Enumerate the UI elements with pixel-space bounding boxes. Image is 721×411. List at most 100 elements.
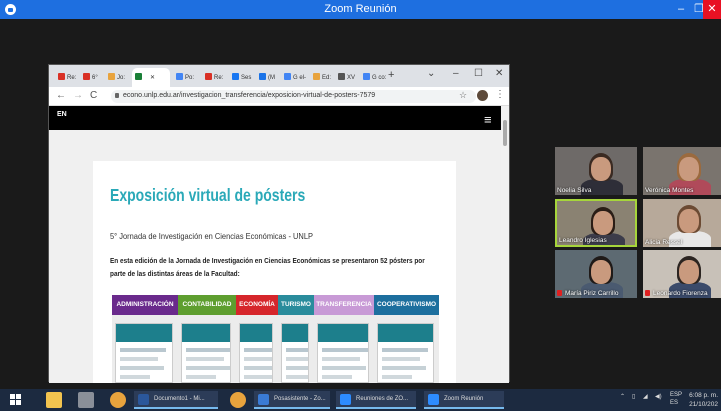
tab-label: Po: [185,75,195,81]
participant-name: Noelia Silva [557,187,592,194]
tab-favicon-icon [135,73,142,80]
site-header: EN ≡ [49,106,501,130]
participant-name-label: Leandro Iglesias [559,237,607,244]
firefox-icon[interactable] [230,392,246,408]
tab-close-icon[interactable]: ✕ [150,75,155,81]
tab-favicon-icon [232,73,239,80]
browser-tab[interactable]: Po: [173,68,199,87]
category-tab[interactable]: COOPERATIVISMO [374,295,439,315]
participant-name-label: Leonardo Fiorenza [645,290,708,297]
browser-menu-button[interactable]: ⋮ [495,89,505,100]
web-page: EN ≡ Exposición virtual de pósters 5° Jo… [49,106,501,383]
category-tab[interactable]: CONTABILIDAD [178,295,236,315]
tab-search-icon[interactable]: ⌄ [427,68,435,79]
reload-button[interactable]: C [90,90,97,101]
poster-thumbnail[interactable] [377,323,434,383]
browser-tab[interactable]: Ses [229,68,253,87]
intro-paragraph: En esta edición de la Jornada de Investi… [110,256,425,278]
participant-name: Leandro Iglesias [559,237,607,244]
close-button[interactable]: ✕ [703,0,721,19]
taskbar-app-label: Reuniones de ZO... [356,396,409,402]
participant-name: Alicia Ressel [645,239,683,246]
poster-thumbnail[interactable] [181,323,231,383]
participant-video-tile[interactable]: Verónica Montes [643,147,721,195]
calculator-icon[interactable] [78,392,94,408]
chrome-icon[interactable] [110,392,126,408]
shared-screen-area: Re: 6° Jo: ✕ Po: Re: Ses (M G el- Ed: XV G co: + ⌄ … [0,19,721,383]
new-tab-button[interactable]: + [388,69,394,81]
browser-maximize-button[interactable]: ☐ [474,68,483,79]
browser-tab[interactable]: Re: [55,68,77,87]
browser-tab[interactable]: Jo: [105,68,129,87]
participant-gallery: Noelia Silva Verónica Montes Leandro Igles… [555,147,721,298]
browser-tab[interactable]: Ed: [310,68,332,87]
app-icon [340,394,351,405]
category-tab[interactable]: TRANSFERENCIA [314,295,374,315]
file-explorer-icon[interactable] [46,392,62,408]
tab-label: XV [347,75,356,81]
browser-tab[interactable]: G el- [281,68,307,87]
tab-favicon-icon [176,73,183,80]
poster-thumbnail[interactable] [281,323,309,383]
language-indicator[interactable]: ESP ES [670,391,682,407]
back-button[interactable]: ← [56,90,66,101]
app-icon [138,394,149,405]
tab-favicon-icon [259,73,266,80]
participant-video-tile[interactable]: Noelia Silva [555,147,637,195]
bookmark-star-icon[interactable]: ☆ [459,90,467,101]
participant-name-label: Alicia Ressel [645,239,682,246]
taskbar-app-label: Documento1 - Mi... [154,396,205,402]
browser-tab[interactable]: (M [256,68,278,87]
app-icon [428,394,439,405]
poster-thumbnail[interactable] [115,323,173,383]
wifi-icon[interactable]: ◢ [643,393,648,400]
browser-tab[interactable]: G co: [360,68,388,87]
hamburger-menu-icon[interactable]: ≡ [484,112,492,127]
participant-video-tile[interactable]: Leonardo Fiorenza [643,250,721,298]
window-title: Zoom Reunión [324,3,397,15]
participant-video-tile[interactable]: María Piriz Carrillo [555,250,637,298]
browser-tab[interactable]: 6° [80,68,102,87]
url-input[interactable]: econo.unlp.edu.ar/investigacion_transfer… [111,90,476,103]
taskbar-app-button[interactable]: Posasistente - Zo... [254,391,330,409]
category-bar: ADMINISTRACIÓN CONTABILIDAD ECONOMÍA TURISM… [112,295,439,315]
browser-tab[interactable]: Re: [202,68,226,87]
taskbar-app-button[interactable]: Zoom Reunión [424,391,504,409]
poster-thumbnail[interactable] [239,323,273,383]
taskbar-app-button[interactable]: Documento1 - Mi... [134,391,218,409]
muted-mic-icon [645,290,650,296]
participant-name-label: María Piriz Carrillo [557,290,618,297]
browser-tab[interactable]: ✕ [132,68,170,87]
clock[interactable]: 6:08 p. m. 21/10/202 [682,391,718,409]
page-scrollbar[interactable] [501,106,509,383]
site-logo[interactable]: EN [57,111,67,118]
participant-name: Leonardo Fiorenza [653,290,708,297]
tab-label: (M [268,75,275,81]
url-text: econo.unlp.edu.ar/investigacion_transfer… [123,92,376,99]
forward-button[interactable]: → [73,90,83,101]
taskbar-app-label: Posasistente - Zo... [274,396,326,402]
battery-icon[interactable]: ▯ [632,393,635,400]
tab-label: Ses [241,75,252,81]
taskbar-app-button[interactable]: Reuniones de ZO... [336,391,416,409]
page-subtitle: 5° Jornada de Investigación en Ciencias … [110,231,313,241]
lang-code: ESP [670,392,683,398]
lang-region: ES [670,400,679,406]
scrollbar-thumb[interactable] [503,120,507,146]
shared-browser-window: Re: 6° Jo: ✕ Po: Re: Ses (M G el- Ed: XV G co: + ⌄ … [48,64,510,383]
participant-video-tile[interactable]: Alicia Ressel [643,199,721,247]
category-tab[interactable]: TURISMO [278,295,314,315]
tab-label: Jo: [117,75,126,81]
profile-avatar[interactable] [477,90,488,101]
category-tab[interactable]: ADMINISTRACIÓN [112,295,178,315]
browser-close-button[interactable]: ✕ [495,68,503,79]
poster-thumbnail[interactable] [317,323,369,383]
tray-chevron-icon[interactable]: ⌃ [620,393,625,400]
browser-tab[interactable]: XV [335,68,357,87]
windows-start-icon[interactable] [10,394,22,406]
category-tab[interactable]: ECONOMÍA [236,295,278,315]
browser-minimize-button[interactable]: – [453,68,459,79]
participant-video-tile[interactable]: Leandro Iglesias [555,199,637,247]
participant-name-label: Verónica Montes [645,187,693,194]
volume-icon[interactable]: ◀) [655,393,662,400]
